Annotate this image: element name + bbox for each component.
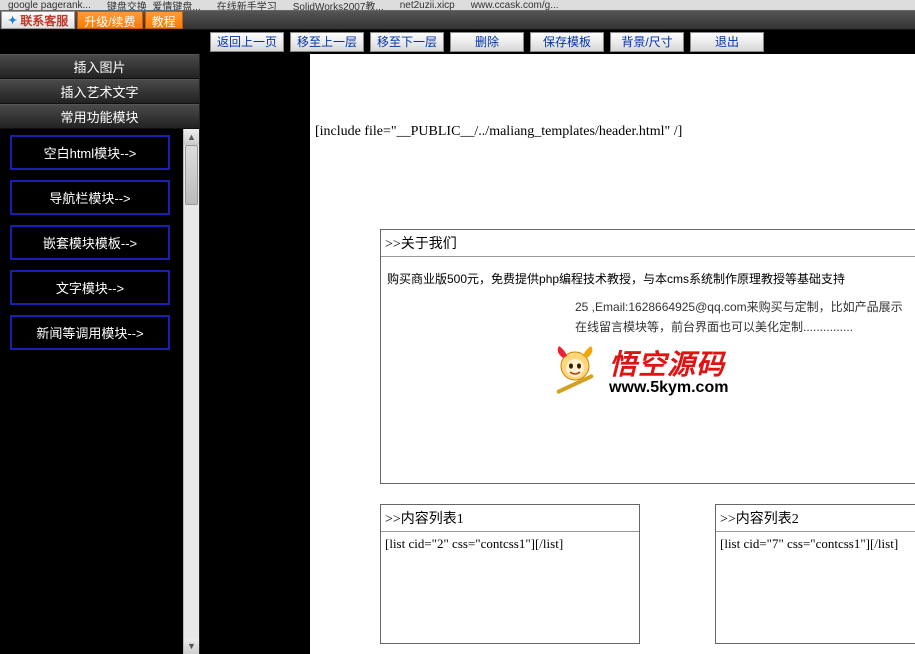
upgrade-button[interactable]: 升级/续费: [77, 11, 142, 29]
list1-title: >>内容列表1: [381, 505, 639, 532]
tab-item[interactable]: SolidWorks2007教...: [289, 0, 388, 10]
contact-cs-button[interactable]: ✦ 联系客服: [1, 11, 75, 29]
list1-code: [list cid="2" css="contcss1"][/list]: [381, 532, 639, 556]
move-next-layer-button[interactable]: 移至下一层: [370, 32, 444, 52]
scroll-down-icon[interactable]: ▼: [184, 638, 199, 654]
list2-code: [list cid="7" css="contcss1"][/list]: [716, 532, 915, 556]
scroll-up-icon[interactable]: ▲: [184, 129, 199, 145]
sidebar-insert-art-text[interactable]: 插入艺术文字: [0, 79, 199, 104]
include-header-tag[interactable]: [include file="__PUBLIC__/../maliang_tem…: [315, 124, 682, 140]
module-text[interactable]: 文字模块-->: [10, 270, 170, 305]
exit-button[interactable]: 退出: [690, 32, 764, 52]
about-title: >>关于我们: [381, 230, 915, 257]
content-list-1-block[interactable]: >>内容列表1 [list cid="2" css="contcss1"][/l…: [380, 504, 640, 644]
top-toolbar: ✦ 联系客服 升级/续费 教程: [0, 10, 915, 30]
editor-canvas[interactable]: [include file="__PUBLIC__/../maliang_tem…: [200, 54, 915, 654]
tab-item[interactable]: 在线新手学习: [213, 0, 281, 10]
content-list-2-block[interactable]: >>内容列表2 [list cid="7" css="contcss1"][/l…: [715, 504, 915, 644]
scroll-thumb[interactable]: [185, 145, 198, 205]
about-us-block[interactable]: >>关于我们 购买商业版500元，免费提供php编程技术教授，与本cms系统制作…: [380, 229, 915, 484]
sidebar-insert-image[interactable]: 插入图片: [0, 54, 199, 79]
save-template-button[interactable]: 保存模板: [530, 32, 604, 52]
sidebar-common-modules[interactable]: 常用功能模块: [0, 104, 199, 129]
tab-item[interactable]: net2uzii.xicp: [396, 0, 459, 10]
delete-button[interactable]: 删除: [450, 32, 524, 52]
module-blank-html[interactable]: 空白html模块-->: [10, 135, 170, 170]
module-news-call[interactable]: 新闻等调用模块-->: [10, 315, 170, 350]
module-nested-template[interactable]: 嵌套模块模板-->: [10, 225, 170, 260]
action-bar: 返回上一页 移至上一层 移至下一层 删除 保存模板 背景/尺寸 退出: [0, 30, 915, 54]
tutorial-button[interactable]: 教程: [145, 11, 183, 29]
module-scrollbar[interactable]: ▲ ▼: [183, 129, 199, 654]
browser-tab-strip: google pagerank... 键盘交换_爱情键盘... 在线新手学习 S…: [0, 0, 915, 10]
about-body: 购买商业版500元，免费提供php编程技术教授，与本cms系统制作原理教授等基础…: [381, 257, 915, 341]
module-list: 空白html模块--> 导航栏模块--> 嵌套模块模板--> 文字模块--> 新…: [0, 129, 199, 654]
tab-item[interactable]: www.ccask.com/g...: [467, 0, 563, 10]
move-prev-layer-button[interactable]: 移至上一层: [290, 32, 364, 52]
bg-size-button[interactable]: 背景/尺寸: [610, 32, 684, 52]
back-button[interactable]: 返回上一页: [210, 32, 284, 52]
list2-title: >>内容列表2: [716, 505, 915, 532]
about-paragraph-2: 25 ,Email:1628664925@qq.com来购买与定制，比如产品展示…: [385, 293, 911, 337]
canvas-dark-margin: [200, 54, 310, 654]
main-area: 插入图片 插入艺术文字 常用功能模块 空白html模块--> 导航栏模块--> …: [0, 54, 915, 654]
tab-item[interactable]: 键盘交换_爱情键盘...: [103, 0, 205, 10]
sidebar: 插入图片 插入艺术文字 常用功能模块 空白html模块--> 导航栏模块--> …: [0, 54, 200, 654]
star-icon: ✦: [8, 14, 17, 27]
tab-item[interactable]: google pagerank...: [4, 0, 95, 10]
module-navbar[interactable]: 导航栏模块-->: [10, 180, 170, 215]
page-surface[interactable]: [include file="__PUBLIC__/../maliang_tem…: [310, 54, 915, 654]
about-paragraph-1: 购买商业版500元，免费提供php编程技术教授，与本cms系统制作原理教授等基础…: [385, 265, 911, 293]
contact-cs-label: 联系客服: [20, 12, 68, 29]
